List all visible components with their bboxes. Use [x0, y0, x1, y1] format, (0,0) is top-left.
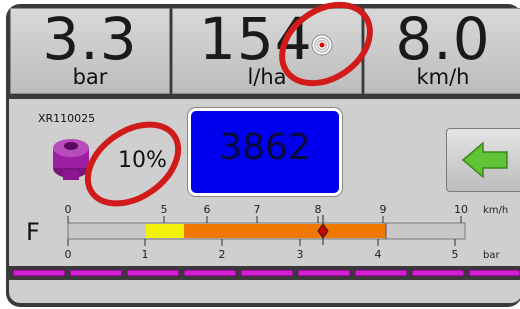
section-indicator[interactable] [411, 269, 465, 277]
top-tick-label: 5 [161, 203, 168, 216]
pressure-scale-unit: bar [483, 250, 500, 261]
bottom-tick-label: 4 [375, 248, 382, 261]
section-indicator[interactable] [297, 269, 351, 277]
top-tick-label: 10 [454, 203, 468, 216]
top-tick-label: 8 [315, 203, 322, 216]
bottom-tick-label: 0 [65, 248, 72, 261]
section-indicator[interactable] [354, 269, 408, 277]
top-tick-label: 9 [380, 203, 387, 216]
gauge-orange-zone [184, 224, 386, 238]
bottom-tick-label: 1 [142, 248, 149, 261]
bottom-tick-label: 2 [219, 248, 226, 261]
pressure-speed-gauge: 0 5 6 7 8 9 10 0 1 2 3 4 5 km/h bar [9, 1, 520, 280]
section-indicator[interactable] [69, 269, 123, 277]
section-indicator[interactable] [468, 269, 520, 277]
gauge-yellow-zone [146, 224, 184, 238]
top-tick-label: 7 [254, 203, 261, 216]
top-tick-label: 6 [204, 203, 211, 216]
bottom-tick-label: 5 [452, 248, 459, 261]
section-indicator[interactable] [240, 269, 294, 277]
section-indicator[interactable] [183, 269, 237, 277]
section-indicator[interactable] [12, 269, 66, 277]
section-indicator[interactable] [126, 269, 180, 277]
annotation-circle [84, 121, 182, 207]
top-tick-label: 0 [65, 203, 72, 216]
bottom-tick-label: 3 [297, 248, 304, 261]
annotation-circle [279, 1, 373, 87]
speed-scale-unit: km/h [483, 205, 508, 216]
